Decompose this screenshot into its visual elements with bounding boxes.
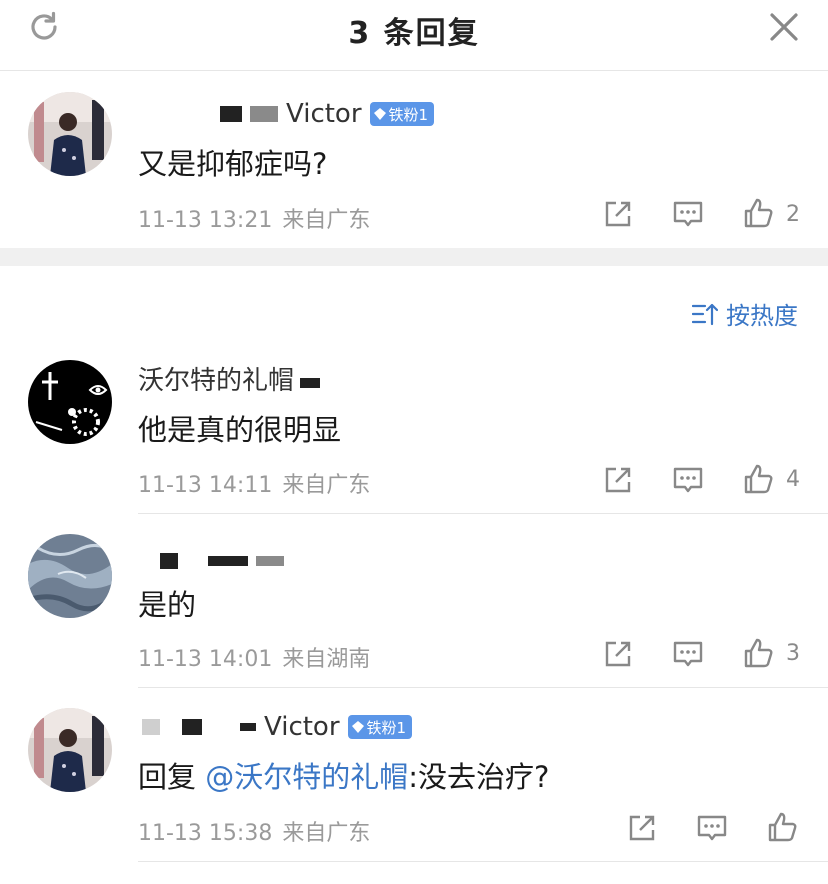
row-divider	[138, 861, 828, 862]
reply-header: 3 条回复	[0, 0, 828, 71]
location: 来自广东	[282, 208, 371, 233]
comment-meta: 11-13 15:38 来自广东	[138, 815, 370, 847]
timestamp: 11-13 13:21	[138, 208, 273, 233]
username-row[interactable]: 沃尔特的礼帽	[138, 364, 328, 392]
sort-label: 按热度	[726, 302, 798, 330]
username[interactable]: 沃尔特的礼帽	[138, 368, 294, 392]
username[interactable]: Victor	[286, 99, 362, 129]
comment-text: 是的	[138, 588, 197, 622]
like-icon[interactable]	[766, 811, 798, 843]
reply-body: :没去治疗?	[408, 760, 550, 794]
reply-item: Victor 铁粉1 回复 @沃尔特的礼帽:没去治疗? 11-13 15:38 来…	[0, 688, 828, 884]
username[interactable]: Victor	[264, 712, 340, 742]
share-icon[interactable]	[626, 812, 658, 844]
redaction	[240, 723, 256, 731]
username-row[interactable]	[138, 544, 292, 578]
comment-meta: 11-13 13:21 来自广东	[138, 202, 370, 234]
avatar[interactable]	[28, 92, 112, 176]
redaction	[300, 378, 321, 388]
redaction	[256, 556, 284, 566]
redaction	[142, 719, 160, 735]
reply-item: 沃尔特的礼帽 他是真的很明显 11-13 14:11 来自广东 4	[0, 338, 828, 514]
like-icon[interactable]	[742, 637, 774, 669]
comment-meta: 11-13 14:01 来自湖南	[138, 641, 370, 673]
comment-icon[interactable]	[672, 198, 704, 230]
like-count: 2	[786, 202, 800, 227]
fan-badge: 铁粉1	[369, 102, 435, 126]
avatar[interactable]	[28, 534, 112, 618]
comment-icon[interactable]	[696, 812, 728, 844]
like-icon[interactable]	[742, 463, 774, 495]
section-divider	[0, 248, 828, 266]
username-row[interactable]: Victor 铁粉1	[138, 97, 435, 131]
comment-icon[interactable]	[672, 638, 704, 670]
share-icon[interactable]	[602, 198, 634, 230]
location: 来自广东	[282, 821, 371, 846]
avatar[interactable]	[28, 708, 112, 792]
redaction	[182, 719, 202, 735]
like-count: 4	[786, 467, 800, 492]
share-icon[interactable]	[602, 638, 634, 670]
diamond-icon	[351, 721, 364, 733]
badge-label: 铁粉1	[366, 718, 407, 737]
redaction	[208, 556, 248, 566]
location: 来自湖南	[282, 647, 371, 672]
comment-text: 又是抑郁症吗?	[138, 147, 328, 181]
comment-text: 回复 @沃尔特的礼帽:没去治疗?	[138, 754, 549, 796]
sort-icon	[692, 303, 718, 325]
share-icon[interactable]	[602, 464, 634, 496]
comment-text: 他是真的很明显	[138, 413, 342, 447]
comment-meta: 11-13 14:11 来自广东	[138, 467, 370, 499]
badge-label: 铁粉1	[388, 105, 429, 124]
location: 来自广东	[282, 473, 371, 498]
redaction	[160, 553, 178, 569]
timestamp: 11-13 14:01	[138, 647, 273, 672]
diamond-icon	[373, 108, 386, 120]
reply-prefix: 回复	[138, 760, 206, 794]
redaction	[220, 106, 242, 122]
timestamp: 11-13 15:38	[138, 821, 273, 846]
comment-icon[interactable]	[672, 464, 704, 496]
timestamp: 11-13 14:11	[138, 473, 273, 498]
fan-badge: 铁粉1	[347, 715, 413, 739]
like-count: 3	[786, 641, 800, 666]
page-title: 3 条回复	[348, 16, 480, 51]
like-icon[interactable]	[742, 197, 774, 229]
reply-item: 是的 11-13 14:01 来自湖南 3	[0, 514, 828, 688]
root-comment: Victor 铁粉1 又是抑郁症吗? 11-13 13:21 来自广东 2	[0, 70, 828, 248]
redaction	[250, 106, 278, 122]
username-row[interactable]: Victor 铁粉1	[138, 710, 413, 744]
sort-by-hot-button[interactable]: 按热度	[692, 296, 798, 331]
close-icon[interactable]	[766, 9, 802, 45]
mention-link[interactable]: @沃尔特的礼帽	[205, 760, 408, 794]
avatar[interactable]	[28, 360, 112, 444]
